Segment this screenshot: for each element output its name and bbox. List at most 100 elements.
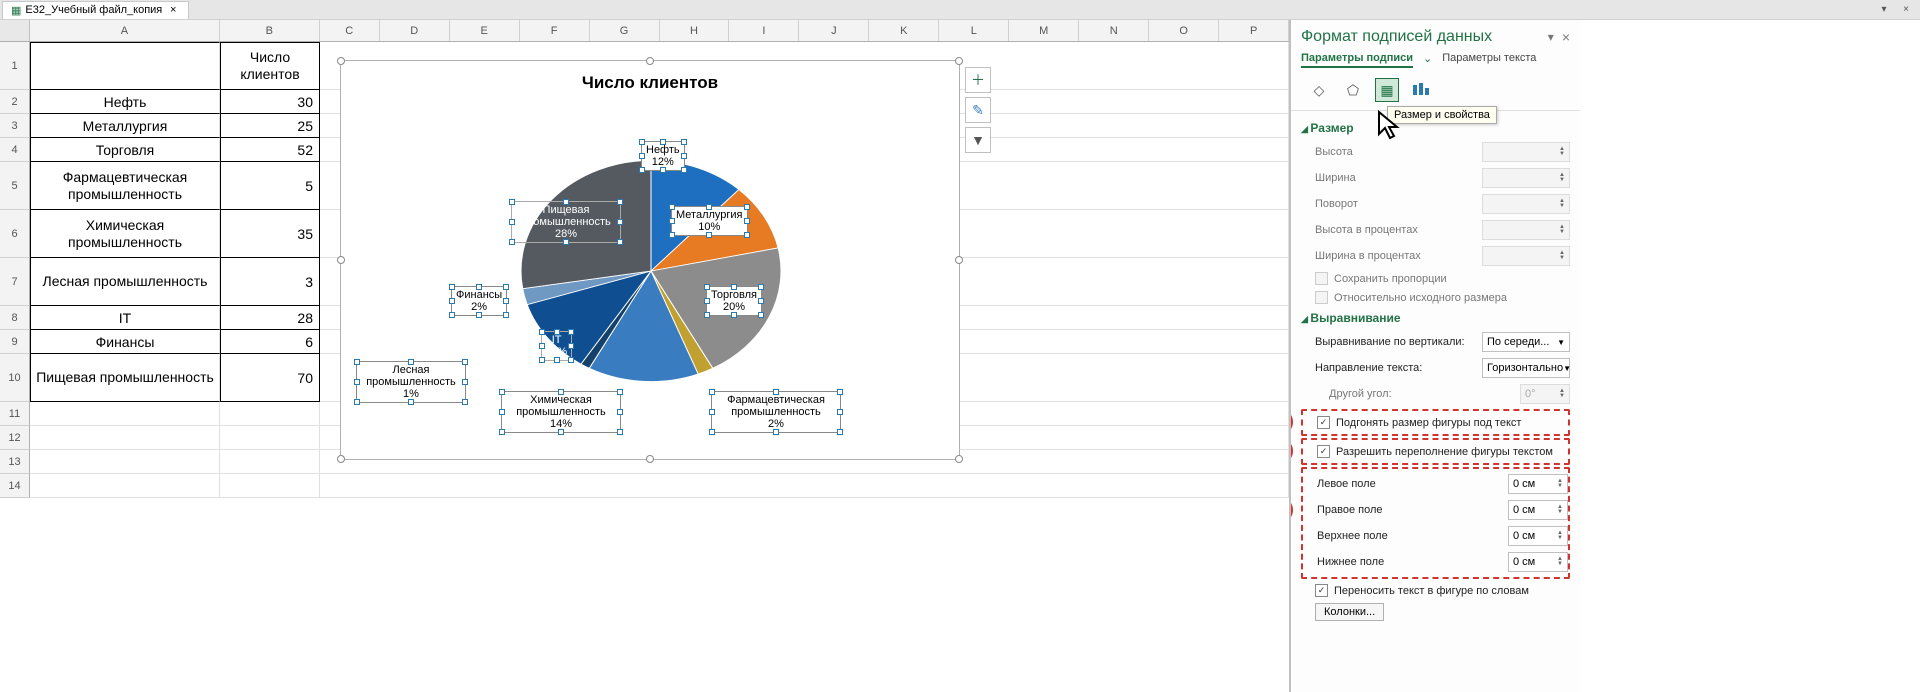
cell[interactable]: 6 (220, 330, 320, 354)
col-header[interactable]: K (869, 20, 939, 41)
row-header[interactable]: 5 (0, 162, 30, 210)
close-tab-icon[interactable]: × (166, 3, 180, 17)
chart-add-element-icon[interactable]: ＋ (965, 67, 991, 93)
cell[interactable]: 28 (220, 306, 320, 330)
size-properties-icon[interactable]: ▦ (1375, 78, 1399, 102)
row-header[interactable]: 8 (0, 306, 30, 330)
cell[interactable] (30, 42, 220, 90)
row-header[interactable]: 9 (0, 330, 30, 354)
cell[interactable]: Число клиентов (220, 42, 320, 90)
row-header[interactable]: 1 (0, 42, 30, 90)
cell[interactable]: 35 (220, 210, 320, 258)
autofit-checkbox[interactable]: ✓ (1317, 416, 1330, 429)
pane-close-icon[interactable]: × (1562, 29, 1570, 45)
col-header[interactable]: C (320, 20, 380, 41)
valign-select[interactable]: По середи...▼ (1482, 332, 1570, 352)
chart-filter-icon[interactable]: ▼ (965, 127, 991, 153)
col-header[interactable]: O (1149, 20, 1219, 41)
row-header[interactable]: 2 (0, 90, 30, 114)
right-margin-input[interactable]: 0 см▲▼ (1508, 500, 1568, 520)
dropdown-icon[interactable]: ▾ (1874, 2, 1894, 18)
lock-aspect-checkbox[interactable] (1315, 272, 1328, 285)
cell[interactable]: 70 (220, 354, 320, 402)
row-header[interactable]: 7 (0, 258, 30, 306)
workbook-tab[interactable]: ▦ E32_Учебный файл_копия × (2, 1, 189, 19)
top-margin-input[interactable]: 0 см▲▼ (1508, 526, 1568, 546)
cell[interactable]: 5 (220, 162, 320, 210)
chart-style-icon[interactable]: ✎ (965, 97, 991, 123)
row-header[interactable]: 12 (0, 426, 30, 450)
row-header[interactable]: 11 (0, 402, 30, 426)
direction-select[interactable]: Горизонтально▼ (1482, 358, 1570, 378)
cell[interactable]: Металлургия (30, 114, 220, 138)
col-header[interactable]: F (520, 20, 590, 41)
width-input[interactable]: ▲▼ (1482, 168, 1570, 188)
fill-line-icon[interactable]: ◇ (1307, 78, 1331, 102)
cell[interactable]: Пищевая промышленность (30, 354, 220, 402)
rotation-input[interactable]: ▲▼ (1482, 194, 1570, 214)
cell[interactable]: 52 (220, 138, 320, 162)
chart-title[interactable]: Число клиентов (341, 61, 959, 93)
data-label[interactable]: Нефть12% (641, 141, 685, 171)
pane-menu-icon[interactable]: ▾ (1548, 30, 1554, 44)
col-header[interactable]: P (1219, 20, 1289, 41)
data-label[interactable]: Пищеваяпромышленность28% (511, 201, 621, 243)
label-options-icon[interactable] (1409, 78, 1433, 102)
overflow-checkbox[interactable]: ✓ (1317, 445, 1330, 458)
cell[interactable]: IT (30, 306, 220, 330)
cell[interactable]: Лесная промышленность (30, 258, 220, 306)
col-header[interactable]: H (660, 20, 730, 41)
row-header[interactable]: 13 (0, 450, 30, 474)
width-pct-input[interactable]: ▲▼ (1482, 246, 1570, 266)
angle-input[interactable]: 0°▲▼ (1520, 384, 1570, 404)
cell[interactable]: 30 (220, 90, 320, 114)
cell[interactable]: Торговля (30, 138, 220, 162)
data-label[interactable]: IT11% (541, 331, 572, 361)
row-header[interactable]: 14 (0, 474, 30, 498)
effects-icon[interactable]: ⬠ (1341, 78, 1365, 102)
row-header[interactable]: 10 (0, 354, 30, 402)
format-data-labels-pane: Формат подписей данных ▾ × Параметры под… (1290, 20, 1580, 692)
row-header[interactable]: 6 (0, 210, 30, 258)
col-header[interactable]: J (799, 20, 869, 41)
col-header[interactable]: B (220, 20, 320, 41)
select-all-corner[interactable] (0, 20, 30, 41)
col-header[interactable]: I (729, 20, 799, 41)
cell[interactable]: Фармацевтическая промышленность (30, 162, 220, 210)
data-label[interactable]: Торговля20% (706, 286, 762, 316)
cell[interactable]: Химическая промышленность (30, 210, 220, 258)
row-header[interactable]: 3 (0, 114, 30, 138)
chart-object[interactable]: Число клиентов Нефть12% Металлургия10% Т… (340, 60, 960, 460)
cell[interactable]: 25 (220, 114, 320, 138)
cell[interactable]: Финансы (30, 330, 220, 354)
wrap-checkbox[interactable]: ✓ (1315, 584, 1328, 597)
data-label[interactable]: Химическаяпромышленность14% (501, 391, 621, 433)
col-header[interactable]: M (1009, 20, 1079, 41)
col-header[interactable]: N (1079, 20, 1149, 41)
close-icon[interactable]: × (1896, 2, 1916, 18)
col-header[interactable]: A (30, 20, 220, 41)
height-pct-input[interactable]: ▲▼ (1482, 220, 1570, 240)
data-label[interactable]: Металлургия10% (671, 206, 748, 236)
data-label[interactable]: Леснаяпромышленность1% (356, 361, 466, 403)
relative-checkbox[interactable] (1315, 291, 1328, 304)
left-margin-input[interactable]: 0 см▲▼ (1508, 474, 1568, 494)
row-header[interactable]: 4 (0, 138, 30, 162)
align-section-head[interactable]: Выравнивание (1301, 307, 1570, 329)
cell[interactable]: Нефть (30, 90, 220, 114)
tab-text-options[interactable]: Параметры текста (1442, 52, 1536, 68)
bottom-margin-input[interactable]: 0 см▲▼ (1508, 552, 1568, 572)
columns-button[interactable]: Колонки... (1315, 603, 1384, 621)
pie-chart[interactable] (511, 131, 791, 414)
col-header[interactable]: L (939, 20, 1009, 41)
tab-label-options[interactable]: Параметры подписи (1301, 52, 1413, 68)
data-label[interactable]: Фармацевтическаяпромышленность2% (711, 391, 841, 433)
col-header[interactable]: E (450, 20, 520, 41)
width-label: Ширина (1315, 172, 1476, 184)
data-label[interactable]: Финансы2% (451, 286, 507, 316)
col-header[interactable]: D (380, 20, 450, 41)
spreadsheet[interactable]: A B C D E F G H I J K L M N O P 1 Число … (0, 20, 1290, 692)
height-input[interactable]: ▲▼ (1482, 142, 1570, 162)
cell[interactable]: 3 (220, 258, 320, 306)
col-header[interactable]: G (590, 20, 660, 41)
